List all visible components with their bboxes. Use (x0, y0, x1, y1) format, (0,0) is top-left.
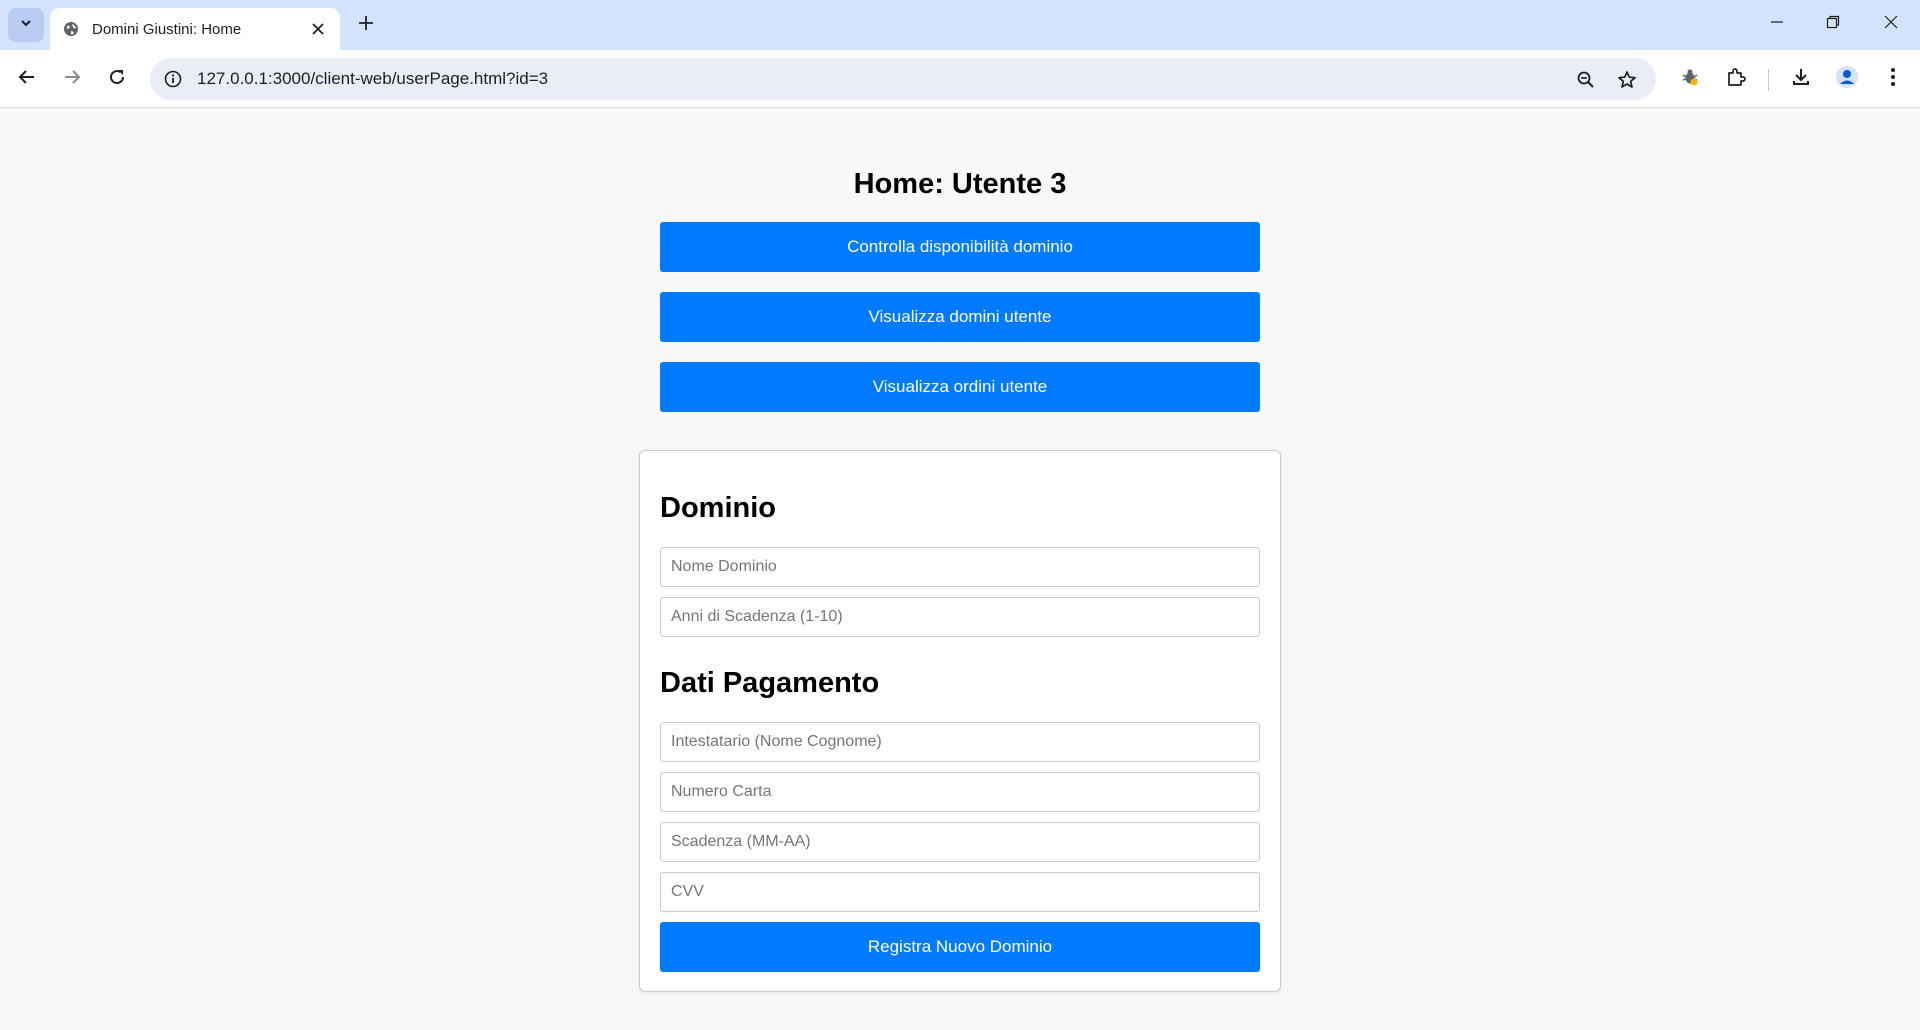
cvv-input[interactable] (660, 872, 1260, 912)
expiry-years-input[interactable] (660, 597, 1260, 637)
info-icon[interactable] (160, 66, 186, 92)
arrow-left-icon (18, 68, 36, 91)
globe-icon (62, 20, 80, 38)
browser-tab-bar: Domini Giustini: Home (0, 0, 1920, 50)
new-tab-button[interactable] (352, 11, 380, 39)
tab-title: Domini Giustini: Home (92, 20, 242, 38)
restore-icon (1826, 15, 1840, 34)
view-domains-button[interactable]: Visualizza domini utente (660, 292, 1260, 342)
browser-toolbar: 127.0.0.1:3000/client-web/userPage.html?… (0, 50, 1920, 108)
puzzle-icon (1726, 67, 1746, 92)
url-text[interactable]: 127.0.0.1:3000/client-web/userPage.html?… (197, 69, 548, 89)
page-title: Home: Utente 3 (853, 168, 1067, 200)
close-window-button[interactable] (1862, 0, 1920, 48)
profile-button[interactable] (1830, 62, 1864, 96)
tab-search-button[interactable] (8, 8, 44, 42)
reload-button[interactable] (100, 62, 134, 96)
restore-button[interactable] (1804, 0, 1862, 48)
back-button[interactable] (10, 62, 44, 96)
close-icon[interactable] (306, 17, 330, 41)
view-orders-button[interactable]: Visualizza ordini utente (660, 362, 1260, 412)
active-tab[interactable]: Domini Giustini: Home (50, 8, 340, 50)
browser-menu-button[interactable] (1876, 62, 1910, 96)
zoom-out-icon[interactable] (1572, 66, 1600, 94)
register-domain-button[interactable]: Registra Nuovo Dominio (660, 922, 1260, 972)
address-bar[interactable]: 127.0.0.1:3000/client-web/userPage.html?… (150, 58, 1656, 100)
close-icon (1884, 15, 1898, 34)
profile-icon (1835, 65, 1859, 94)
bug-icon (1680, 67, 1700, 92)
extensions-button[interactable] (1719, 62, 1753, 96)
card-holder-input[interactable] (660, 722, 1260, 762)
arrow-right-icon (63, 68, 81, 91)
extension-bug-button[interactable] (1673, 62, 1707, 96)
payment-section-title: Dati Pagamento (660, 667, 880, 699)
toolbar-separator (1768, 69, 1769, 91)
plus-icon (358, 15, 374, 36)
download-icon (1791, 67, 1811, 92)
downloads-button[interactable] (1784, 62, 1818, 96)
kebab-menu-icon (1890, 67, 1896, 92)
star-icon[interactable] (1613, 66, 1641, 94)
page-content: Home: Utente 3 Controlla disponibilità d… (0, 109, 1920, 1030)
domain-name-input[interactable] (660, 547, 1260, 587)
reload-icon (108, 68, 126, 91)
card-number-input[interactable] (660, 772, 1260, 812)
register-domain-form: Dominio Dati Pagamento Registra Nuovo Do… (639, 450, 1281, 992)
minimize-icon (1770, 15, 1784, 34)
forward-button[interactable] (55, 62, 89, 96)
card-expiry-input[interactable] (660, 822, 1260, 862)
minimize-button[interactable] (1748, 0, 1806, 48)
check-domain-button[interactable]: Controlla disponibilità dominio (660, 222, 1260, 272)
domain-section-title: Dominio (660, 492, 776, 524)
chevron-down-icon (19, 16, 33, 35)
